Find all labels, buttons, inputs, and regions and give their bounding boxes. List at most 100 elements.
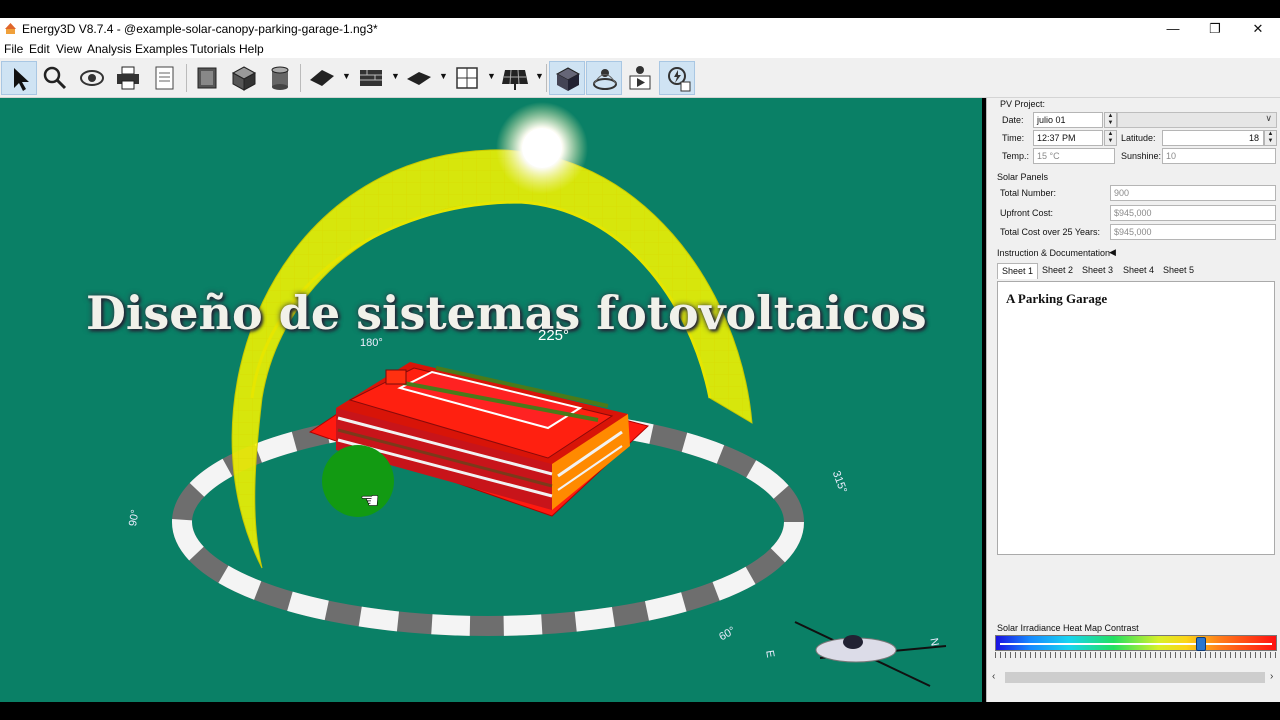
chevron-down-icon: ∨ bbox=[1265, 113, 1272, 123]
compass-rose bbox=[794, 621, 947, 687]
foundation-icon bbox=[197, 67, 217, 89]
speaker-icon[interactable]: ◀ bbox=[1109, 247, 1116, 258]
pv-project-label: PV Project: bbox=[1000, 99, 1046, 109]
menu-file[interactable]: File bbox=[4, 42, 23, 56]
solar-panel-icon bbox=[502, 69, 528, 90]
window-title: Energy3D V8.7.4 - @example-solar-canopy-… bbox=[22, 22, 378, 36]
total-cost-label: Total Cost over 25 Years: bbox=[1000, 227, 1101, 237]
heatmap-contrast-label: Solar Irradiance Heat Map Contrast bbox=[997, 623, 1139, 633]
temp-field: 15 °C bbox=[1033, 148, 1115, 164]
box-button[interactable] bbox=[226, 61, 262, 95]
menu-analysis[interactable]: Analysis bbox=[87, 42, 132, 56]
sunshine-label: Sunshine: bbox=[1121, 151, 1162, 161]
3d-viewport[interactable]: ☚ Diseño de sistemas fotovoltaicos 180° … bbox=[0, 98, 982, 702]
menu-bar: File Edit View Analysis Examples Tutoria… bbox=[0, 40, 1280, 58]
zoom-icon bbox=[43, 66, 67, 90]
total-number-field: 900 bbox=[1110, 185, 1276, 201]
total-cost-field: $945,000 bbox=[1110, 224, 1276, 240]
notes-icon bbox=[155, 66, 174, 90]
upfront-cost-field: $945,000 bbox=[1110, 205, 1276, 221]
animate-sun-icon bbox=[629, 66, 651, 90]
location-combo[interactable]: ∨ bbox=[1117, 112, 1277, 128]
compass-label-180: 180° bbox=[360, 337, 383, 349]
tab-sheet-3[interactable]: Sheet 3 bbox=[1078, 263, 1117, 279]
slider-thumb[interactable] bbox=[1196, 637, 1206, 651]
tab-sheet-4[interactable]: Sheet 4 bbox=[1119, 263, 1158, 279]
latitude-field[interactable]: 18 bbox=[1162, 130, 1264, 146]
scroll-thumb[interactable] bbox=[1005, 672, 1265, 683]
sun-path-mesh bbox=[232, 149, 753, 568]
close-button[interactable]: ✕ bbox=[1235, 18, 1280, 40]
toolbar: ▼ ▼ ▼ ▼ ▼ bbox=[0, 58, 1280, 98]
tab-sheet-1[interactable]: Sheet 1 bbox=[997, 263, 1039, 279]
sun-heliodon-icon bbox=[593, 69, 617, 90]
title-bar: Energy3D V8.7.4 - @example-solar-canopy-… bbox=[0, 18, 1280, 40]
restore-button[interactable]: ❐ bbox=[1192, 18, 1238, 40]
energy3d-app-icon bbox=[5, 23, 16, 34]
properties-panel: PV Project: Date: julio 01 ▲ ▼ ∨ Time: 12… bbox=[986, 98, 1280, 702]
date-field[interactable]: julio 01 bbox=[1033, 112, 1103, 128]
toolbar-separator bbox=[300, 64, 301, 92]
shadow-view-button[interactable] bbox=[549, 61, 585, 95]
solar-panel-dropdown-icon[interactable]: ▼ bbox=[535, 71, 544, 81]
foundation-button[interactable] bbox=[189, 61, 225, 95]
time-spinner[interactable]: ▲ ▼ bbox=[1104, 130, 1117, 146]
scroll-right-icon[interactable]: › bbox=[1270, 671, 1273, 682]
latitude-spinner[interactable]: ▲ ▼ bbox=[1264, 130, 1277, 146]
slider-track bbox=[1000, 643, 1272, 645]
animate-sun-button[interactable] bbox=[622, 61, 658, 95]
window-dropdown-icon[interactable]: ▼ bbox=[487, 71, 496, 81]
menu-examples[interactable]: Examples bbox=[135, 42, 188, 56]
solar-panels-label: Solar Panels bbox=[997, 172, 1049, 182]
toolbar-separator bbox=[546, 64, 547, 92]
print-icon bbox=[117, 66, 139, 90]
cylinder-button[interactable] bbox=[262, 61, 298, 95]
date-spinner[interactable]: ▲ ▼ bbox=[1104, 112, 1117, 128]
wall-button[interactable] bbox=[353, 61, 389, 95]
video-overlay-title: Diseño de sistemas fotovoltaicos bbox=[86, 286, 927, 340]
scroll-left-icon[interactable]: ‹ bbox=[992, 671, 995, 682]
tab-sheet-5[interactable]: Sheet 5 bbox=[1159, 263, 1198, 279]
box-icon bbox=[231, 66, 257, 91]
screen-bottom-border bbox=[0, 702, 1280, 720]
roof-dropdown-icon[interactable]: ▼ bbox=[342, 71, 351, 81]
documentation-editor[interactable]: A Parking Garage bbox=[997, 281, 1275, 555]
zoom-tool-button[interactable] bbox=[37, 61, 73, 95]
rotate-view-button[interactable] bbox=[74, 61, 110, 95]
menu-view[interactable]: View bbox=[56, 42, 82, 56]
hand-cursor-icon: ☚ bbox=[360, 489, 380, 514]
floor-button[interactable] bbox=[401, 61, 437, 95]
menu-edit[interactable]: Edit bbox=[29, 42, 50, 56]
hand-cursor-highlight bbox=[322, 445, 394, 517]
window-button[interactable] bbox=[449, 61, 485, 95]
instruction-label: Instruction & Documentation bbox=[997, 248, 1111, 258]
print-button[interactable] bbox=[110, 61, 146, 95]
sun-heliodon-button[interactable] bbox=[586, 61, 622, 95]
select-arrow-icon bbox=[14, 68, 29, 91]
menu-help[interactable]: Help bbox=[239, 42, 264, 56]
roof-button[interactable] bbox=[304, 61, 340, 95]
compass-label-225: 225° bbox=[538, 327, 570, 344]
tab-sheet-2[interactable]: Sheet 2 bbox=[1038, 263, 1077, 279]
screen-top-border bbox=[0, 0, 1280, 18]
menu-tutorials[interactable]: Tutorials bbox=[190, 42, 236, 56]
solar-analysis-button[interactable] bbox=[659, 61, 695, 95]
temp-label: Temp.: bbox=[1002, 151, 1030, 161]
cylinder-icon bbox=[271, 66, 289, 90]
wall-icon bbox=[360, 70, 382, 86]
solar-panel-button[interactable] bbox=[497, 61, 533, 95]
notes-button[interactable] bbox=[147, 61, 183, 95]
floor-dropdown-icon[interactable]: ▼ bbox=[439, 71, 448, 81]
slider-ticks bbox=[995, 652, 1277, 658]
solar-analysis-icon bbox=[668, 67, 691, 92]
select-tool-button[interactable] bbox=[1, 61, 37, 95]
minimize-button[interactable]: — bbox=[1150, 18, 1196, 40]
wall-dropdown-icon[interactable]: ▼ bbox=[391, 71, 400, 81]
window-icon bbox=[456, 67, 478, 89]
sunshine-field: 10 bbox=[1162, 148, 1276, 164]
heatmap-contrast-slider[interactable] bbox=[995, 635, 1277, 651]
time-field[interactable]: 12:37 PM bbox=[1033, 130, 1103, 146]
upfront-cost-label: Upfront Cost: bbox=[1000, 208, 1054, 218]
panel-horizontal-scrollbar[interactable]: ‹ › bbox=[987, 670, 1280, 686]
time-label: Time: bbox=[1002, 133, 1025, 143]
